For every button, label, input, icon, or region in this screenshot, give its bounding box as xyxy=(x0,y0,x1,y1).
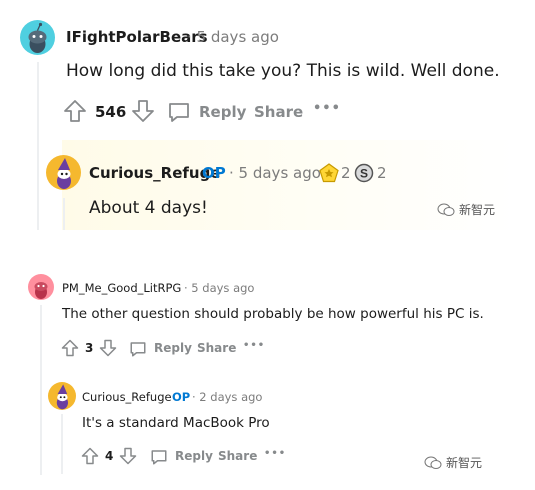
reply-icon[interactable] xyxy=(150,448,168,466)
award-icon[interactable] xyxy=(319,163,339,183)
award-count: 2 xyxy=(341,164,351,182)
comment-body: The other question should probably be ho… xyxy=(62,306,484,322)
reply-button[interactable]: Reply xyxy=(199,103,246,121)
upvote-icon[interactable] xyxy=(61,339,79,357)
upvote-icon[interactable] xyxy=(81,447,99,465)
comment-username[interactable]: PM_Me_Good_LitRPG xyxy=(62,281,181,295)
reply-icon[interactable] xyxy=(167,100,191,124)
reply-icon[interactable] xyxy=(129,340,147,358)
vote-count: 4 xyxy=(105,449,114,463)
avatar-pm-me-good-litrpg[interactable] xyxy=(28,274,54,300)
share-button[interactable]: Share xyxy=(197,341,236,355)
more-options-button[interactable]: ••• xyxy=(313,101,341,116)
reply-timestamp[interactable]: · 5 days ago xyxy=(229,164,321,182)
downvote-icon[interactable] xyxy=(119,447,137,465)
snoo-avatar-icon xyxy=(34,282,48,299)
reply-body: About 4 days! xyxy=(89,198,208,218)
reply-thread-line[interactable] xyxy=(61,414,63,474)
avatar-curious-refuge[interactable] xyxy=(46,155,81,190)
upvote-icon[interactable] xyxy=(63,99,87,123)
snoo-wizard-avatar-icon xyxy=(56,384,68,410)
op-badge: OP xyxy=(202,164,226,182)
watermark-text: 新智元 xyxy=(446,456,483,470)
downvote-icon[interactable] xyxy=(99,339,117,357)
reply-thread-line[interactable] xyxy=(63,198,65,230)
thread-line[interactable] xyxy=(37,62,39,230)
more-options-button[interactable]: ••• xyxy=(264,448,286,459)
wechat-icon xyxy=(424,456,442,470)
downvote-icon[interactable] xyxy=(131,99,155,123)
silver-award-icon[interactable]: S xyxy=(354,163,374,183)
silver-award-count: 2 xyxy=(377,164,387,182)
reply-username[interactable]: Curious_Refuge xyxy=(82,390,172,404)
watermark: 新智元 xyxy=(437,201,495,218)
op-badge: OP xyxy=(172,390,191,404)
avatar-curious-refuge[interactable] xyxy=(48,382,76,410)
comment-timestamp[interactable]: · 5 days ago xyxy=(187,28,279,46)
reply-button[interactable]: Reply xyxy=(175,449,213,463)
watermark: 新智元 xyxy=(424,454,482,471)
vote-count: 3 xyxy=(85,341,94,355)
snoo-wizard-avatar-icon xyxy=(57,158,71,189)
thread-line[interactable] xyxy=(40,305,42,475)
wechat-icon xyxy=(437,203,455,217)
comment-timestamp[interactable]: · 5 days ago xyxy=(184,281,254,295)
more-options-button[interactable]: ••• xyxy=(243,340,265,351)
avatar-ifightpolarbears[interactable] xyxy=(20,20,55,55)
share-button[interactable]: Share xyxy=(218,449,257,463)
reply-username[interactable]: Curious_Refuge xyxy=(89,164,220,182)
reply-timestamp[interactable]: · 2 days ago xyxy=(192,390,262,404)
vote-count: 546 xyxy=(95,103,127,121)
share-button[interactable]: Share xyxy=(254,103,303,121)
watermark-text: 新智元 xyxy=(459,203,496,217)
snoo-avatar-icon xyxy=(28,22,47,53)
reply-body: It's a standard MacBook Pro xyxy=(82,415,270,431)
comment-body: How long did this take you? This is wild… xyxy=(66,61,500,81)
svg-text:S: S xyxy=(360,167,368,181)
reply-button[interactable]: Reply xyxy=(154,341,192,355)
